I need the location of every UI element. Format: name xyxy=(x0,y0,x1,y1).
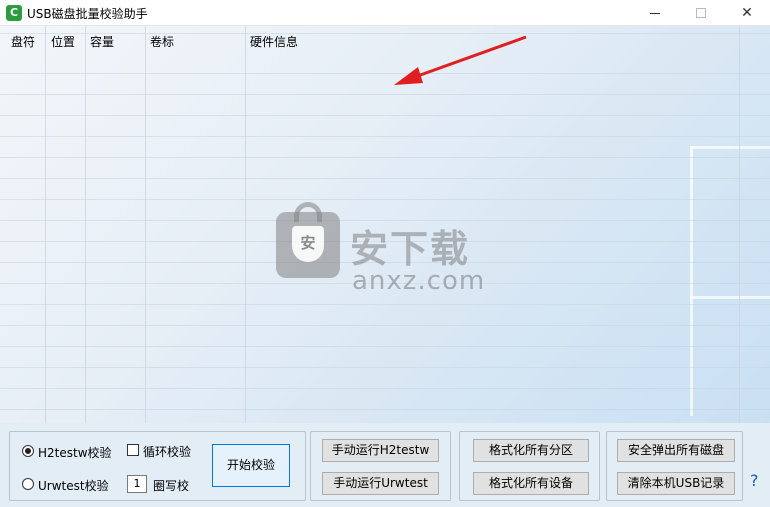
format-all-devices-button[interactable]: 格式化所有设备 xyxy=(473,472,589,495)
column-divider[interactable] xyxy=(245,26,246,423)
minimize-button[interactable] xyxy=(632,0,678,26)
watermark-brand-cn: 安下载 xyxy=(350,227,471,271)
window-title: USB磁盘批量校验助手 xyxy=(27,7,148,21)
close-button[interactable]: ✕ xyxy=(724,0,770,26)
start-check-button[interactable]: 开始校验 xyxy=(212,444,290,487)
column-header-location[interactable]: 位置 xyxy=(51,33,75,50)
circle-count-label: 圈写校 xyxy=(153,479,190,493)
run-h2testw-button[interactable]: 手动运行H2testw xyxy=(322,439,439,462)
column-divider[interactable] xyxy=(45,26,46,423)
radio-urwtest-label[interactable]: Urwtest校验 xyxy=(38,477,109,494)
radio-urwtest[interactable] xyxy=(22,478,34,490)
minimize-icon xyxy=(650,12,660,14)
red-arrow-annotation xyxy=(394,35,527,85)
format-group: 格式化所有分区 格式化所有设备 xyxy=(459,431,600,501)
radio-h2testw-label[interactable]: H2testw校验 xyxy=(38,444,112,461)
column-header-volume-label[interactable]: 卷标 xyxy=(150,33,174,50)
watermark-logo: 安 xyxy=(276,202,340,278)
eject-all-disks-button[interactable]: 安全弹出所有磁盘 xyxy=(617,439,735,462)
app-icon: C xyxy=(6,5,22,21)
column-header-drive[interactable]: 盘符 xyxy=(11,33,35,50)
check-options-group: H2testw校验 Urwtest校验 循环校验 1 圈写校 开始校验 xyxy=(9,431,306,501)
control-panel: H2testw校验 Urwtest校验 循环校验 1 圈写校 开始校验 手动运行… xyxy=(0,423,770,507)
disk-list-grid[interactable]: 盘符 位置 容量 卷标 硬件信息 安 安下载 anxz.com xyxy=(0,26,770,423)
watermark-brand-en: anxz.com xyxy=(352,266,486,296)
loop-check-label[interactable]: 循环校验 xyxy=(143,443,191,460)
column-divider[interactable] xyxy=(145,26,146,423)
maximize-icon xyxy=(696,8,706,18)
format-all-partitions-button[interactable]: 格式化所有分区 xyxy=(473,439,589,462)
safety-group: 安全弹出所有磁盘 清除本机USB记录 xyxy=(606,431,743,501)
column-header-capacity[interactable]: 容量 xyxy=(90,33,114,50)
help-icon[interactable]: ? xyxy=(750,471,759,490)
maximize-button[interactable] xyxy=(678,0,724,26)
manual-run-group: 手动运行H2testw 手动运行Urwtest xyxy=(310,431,451,501)
radio-h2testw[interactable] xyxy=(22,445,34,457)
column-divider[interactable] xyxy=(85,26,86,423)
column-header-hardware-info[interactable]: 硬件信息 xyxy=(250,33,298,50)
clear-usb-records-button[interactable]: 清除本机USB记录 xyxy=(617,472,735,495)
watermark-bag-handle xyxy=(294,202,322,222)
column-divider[interactable] xyxy=(739,26,740,423)
shield-icon: 安 xyxy=(292,226,324,262)
close-icon: ✕ xyxy=(741,5,753,21)
run-urwtest-button[interactable]: 手动运行Urwtest xyxy=(322,472,439,495)
loop-check-checkbox[interactable] xyxy=(127,444,139,456)
circle-count-input[interactable]: 1 xyxy=(127,475,147,493)
title-bar: C USB磁盘批量校验助手 ✕ xyxy=(0,0,770,26)
